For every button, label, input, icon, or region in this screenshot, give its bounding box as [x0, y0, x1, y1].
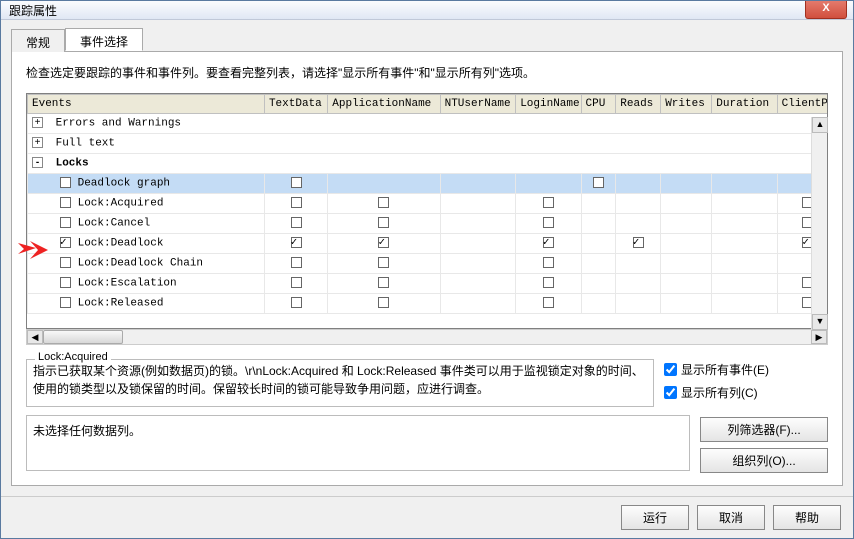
column-header[interactable]: Reads: [616, 95, 661, 114]
event-row[interactable]: Lock:Escalation: [28, 274, 829, 294]
trace-properties-window: 跟踪属性 X 常规 事件选择 检查选定要跟踪的事件和事件列。要查看完整列表，请选…: [0, 0, 854, 539]
run-button[interactable]: 运行: [621, 505, 689, 530]
scroll-left-button[interactable]: ◀: [27, 330, 43, 344]
event-checkbox[interactable]: [60, 217, 71, 228]
window-title: 跟踪属性: [9, 2, 57, 19]
column-filter-button[interactable]: 列筛选器(F)...: [700, 417, 828, 442]
cancel-button[interactable]: 取消: [697, 505, 765, 530]
cell-checkbox[interactable]: [543, 237, 554, 248]
dialog-button-bar: 运行 取消 帮助: [1, 496, 853, 538]
event-row[interactable]: Lock:Deadlock: [28, 234, 829, 254]
cell-checkbox[interactable]: [633, 237, 644, 248]
cell-checkbox[interactable]: [291, 197, 302, 208]
cell-checkbox[interactable]: [291, 217, 302, 228]
event-row[interactable]: Lock:Released: [28, 294, 829, 314]
description-text: 指示已获取某个资源(例如数据页)的锁。\r\nLock:Acquired 和 L…: [33, 362, 647, 398]
group-row[interactable]: + Errors and Warnings: [28, 114, 829, 134]
show-all-events-checkbox[interactable]: 显示所有事件(E): [664, 361, 828, 378]
titlebar: 跟踪属性 X: [1, 1, 853, 20]
cell-checkbox[interactable]: [291, 257, 302, 268]
cell-checkbox[interactable]: [378, 277, 389, 288]
h-scroll-track[interactable]: [43, 330, 811, 344]
scroll-up-button[interactable]: ▲: [812, 117, 828, 133]
column-header[interactable]: ClientP: [777, 95, 828, 114]
close-button[interactable]: X: [805, 1, 847, 19]
scroll-down-button[interactable]: ▼: [812, 314, 828, 330]
cell-checkbox[interactable]: [378, 257, 389, 268]
cell-checkbox[interactable]: [291, 177, 302, 188]
cell-checkbox[interactable]: [291, 297, 302, 308]
column-header[interactable]: Writes: [661, 95, 712, 114]
cell-checkbox[interactable]: [543, 257, 554, 268]
event-checkbox[interactable]: [60, 277, 71, 288]
tab-events-selection[interactable]: 事件选择: [65, 28, 143, 51]
event-checkbox[interactable]: [60, 177, 71, 188]
show-all-events-input[interactable]: [664, 363, 677, 376]
tab-general[interactable]: 常规: [11, 29, 65, 52]
help-button[interactable]: 帮助: [773, 505, 841, 530]
content-area: 常规 事件选择 检查选定要跟踪的事件和事件列。要查看完整列表，请选择"显示所有事…: [1, 20, 853, 496]
event-checkbox[interactable]: [60, 257, 71, 268]
show-all-columns-checkbox[interactable]: 显示所有列(C): [664, 384, 828, 401]
cell-checkbox[interactable]: [378, 197, 389, 208]
event-checkbox[interactable]: [60, 237, 71, 248]
event-checkbox[interactable]: [60, 197, 71, 208]
display-options: 显示所有事件(E) 显示所有列(C): [664, 353, 828, 401]
cell-checkbox[interactable]: [291, 237, 302, 248]
tab-strip: 常规 事件选择: [11, 28, 843, 52]
red-arrow-annotation: [18, 239, 48, 261]
no-data-text: 未选择任何数据列。: [33, 424, 141, 438]
expander-icon[interactable]: -: [32, 157, 43, 168]
cell-checkbox[interactable]: [543, 297, 554, 308]
column-header[interactable]: LoginName: [516, 95, 581, 114]
group-row[interactable]: - Locks: [28, 154, 829, 174]
cell-checkbox[interactable]: [543, 277, 554, 288]
cell-checkbox[interactable]: [543, 217, 554, 228]
grid-horizontal-scrollbar[interactable]: ◀ ▶: [26, 329, 828, 345]
grid-vertical-scrollbar[interactable]: ▲ ▼: [811, 117, 827, 330]
h-scroll-thumb[interactable]: [43, 330, 123, 344]
expander-icon[interactable]: +: [32, 137, 43, 148]
events-grid-wrap: EventsTextDataApplicationNameNTUserNameL…: [26, 93, 828, 345]
event-checkbox[interactable]: [60, 297, 71, 308]
cell-checkbox[interactable]: [378, 297, 389, 308]
show-all-events-label: 显示所有事件(E): [681, 361, 769, 378]
expander-icon[interactable]: +: [32, 117, 43, 128]
event-row[interactable]: Lock:Cancel: [28, 214, 829, 234]
no-data-column-box: 未选择任何数据列。: [26, 415, 690, 471]
event-row[interactable]: Lock:Deadlock Chain: [28, 254, 829, 274]
description-legend: Lock:Acquired: [35, 351, 111, 363]
column-header[interactable]: Duration: [712, 95, 777, 114]
column-header[interactable]: NTUserName: [440, 95, 516, 114]
event-row[interactable]: Deadlock graph: [28, 174, 829, 194]
show-all-columns-input[interactable]: [664, 386, 677, 399]
description-box: Lock:Acquired 指示已获取某个资源(例如数据页)的锁。\r\nLoc…: [26, 359, 654, 407]
side-buttons: 列筛选器(F)... 组织列(O)...: [700, 417, 828, 473]
scroll-right-button[interactable]: ▶: [811, 330, 827, 344]
column-header[interactable]: TextData: [264, 95, 327, 114]
column-header[interactable]: CPU: [581, 95, 616, 114]
events-grid: EventsTextDataApplicationNameNTUserNameL…: [26, 93, 828, 329]
event-row[interactable]: Lock:Acquired: [28, 194, 829, 214]
cell-checkbox[interactable]: [378, 217, 389, 228]
cell-checkbox[interactable]: [291, 277, 302, 288]
column-header[interactable]: Events: [28, 95, 265, 114]
cell-checkbox[interactable]: [593, 177, 604, 188]
column-header[interactable]: ApplicationName: [328, 95, 440, 114]
events-tab-page: 检查选定要跟踪的事件和事件列。要查看完整列表，请选择"显示所有事件"和"显示所有…: [11, 52, 843, 486]
cell-checkbox[interactable]: [378, 237, 389, 248]
cell-checkbox[interactable]: [543, 197, 554, 208]
group-row[interactable]: + Full text: [28, 134, 829, 154]
organize-columns-button[interactable]: 组织列(O)...: [700, 448, 828, 473]
show-all-columns-label: 显示所有列(C): [681, 384, 758, 401]
instruction-text: 检查选定要跟踪的事件和事件列。要查看完整列表，请选择"显示所有事件"和"显示所有…: [26, 64, 828, 81]
